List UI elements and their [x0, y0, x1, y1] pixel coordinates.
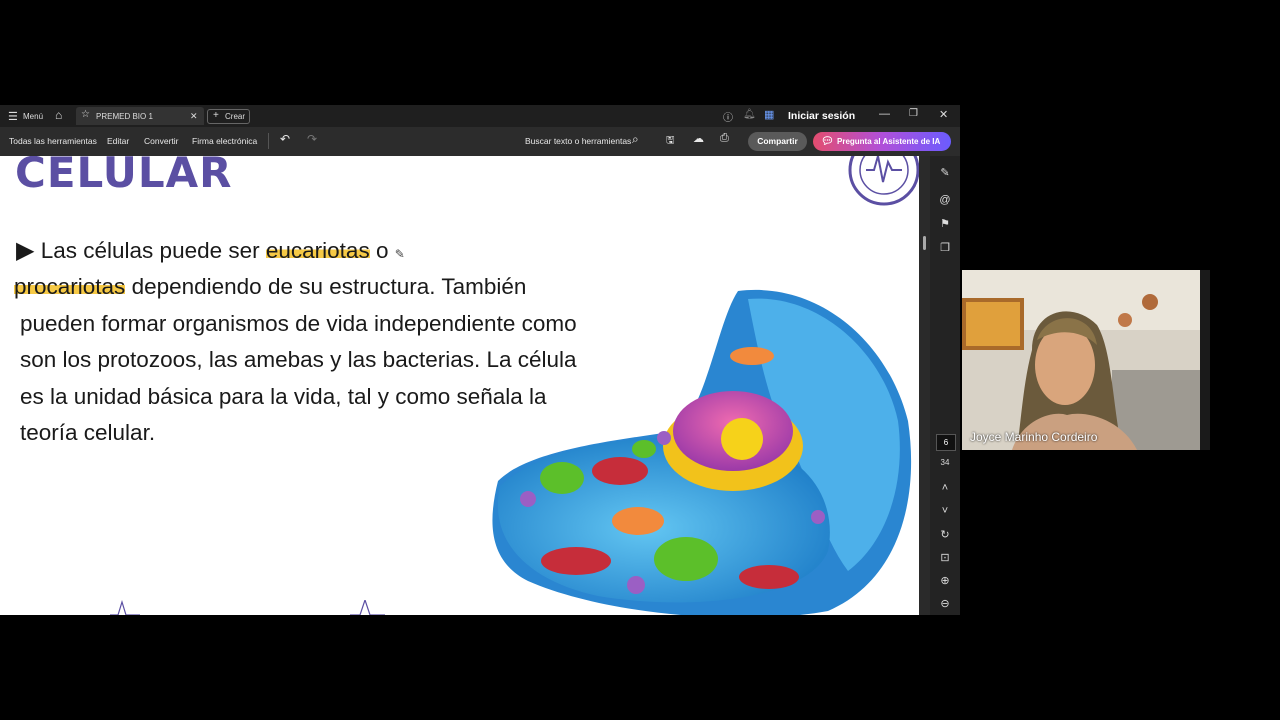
close-window-icon[interactable]: ✕: [939, 108, 948, 121]
institute-seal-logo: [848, 156, 919, 206]
redo-icon[interactable]: ↷: [307, 132, 317, 146]
close-tab-icon[interactable]: ✕: [190, 111, 198, 122]
home-icon[interactable]: ⌂: [55, 108, 62, 122]
pages-icon[interactable]: ❐: [938, 241, 952, 255]
apps-grid-icon[interactable]: ▦: [764, 108, 774, 121]
pen-cursor-icon: ✎: [394, 247, 405, 261]
refresh-icon[interactable]: ↻: [938, 528, 952, 542]
participant-name-label: Joyce Marinho Cordeiro: [970, 430, 1098, 444]
eukaryotic-cell-illustration: [492, 289, 912, 615]
scrollbar-thumb[interactable]: [923, 236, 926, 250]
paragraph-line-5: es la unidad básica para la vida, tal y …: [20, 384, 547, 409]
decorative-wave-marks: [110, 600, 385, 615]
total-pages: 34: [940, 458, 950, 467]
toolbar-esign[interactable]: Firma electrónica: [192, 136, 257, 146]
star-icon[interactable]: ☆: [81, 109, 90, 120]
bullet-triangle-icon: ▶: [16, 237, 35, 264]
webcam-video-tile[interactable]: Joyce Marinho Cordeiro: [962, 270, 1210, 450]
text-segment: o: [369, 238, 389, 263]
bookmark-icon[interactable]: ⚑: [938, 217, 952, 231]
ai-chat-icon: 💬︎: [821, 136, 834, 147]
webcam-video-feed: [962, 270, 1210, 450]
slide-title: CELULAR: [15, 156, 233, 197]
plus-icon: +: [213, 110, 219, 121]
ai-assistant-label: Pregunta al Asistente de IA: [837, 137, 941, 146]
page-fit-icon[interactable]: ⊡: [938, 551, 952, 565]
right-tool-rail: ✎ @ ⚑ ❐ 6 34 ˄ ˅ ↻ ⊡ ⊕ ⊖: [930, 156, 960, 615]
ai-assistant-button[interactable]: 💬︎ Pregunta al Asistente de IA: [813, 132, 951, 151]
undo-icon[interactable]: ↶: [280, 132, 290, 146]
zoom-out-icon[interactable]: ⊖: [938, 597, 952, 611]
zoom-in-icon[interactable]: ⊕: [938, 574, 952, 588]
share-button[interactable]: Compartir: [748, 132, 807, 151]
hamburger-icon[interactable]: ☰: [8, 110, 18, 123]
highlighted-word-eucariotas: eucariotas: [265, 238, 370, 263]
signin-button[interactable]: Iniciar sesión: [788, 110, 855, 122]
minimize-icon[interactable]: —: [879, 108, 890, 120]
comment-tool-icon[interactable]: ✎: [938, 166, 952, 180]
link-tool-icon[interactable]: @: [938, 193, 952, 207]
toolbar-divider: [268, 133, 269, 149]
create-label: Crear: [225, 112, 246, 121]
tab-label: PREMED BIO 1: [96, 112, 153, 121]
save-icon[interactable]: 🖫: [666, 133, 675, 150]
restore-icon[interactable]: ❐: [909, 108, 918, 119]
bell-icon[interactable]: 🔔︎: [743, 109, 756, 120]
toolbar: Todas las herramientas Editar Convertir …: [0, 127, 960, 156]
toolbar-edit[interactable]: Editar: [107, 136, 129, 146]
print-icon[interactable]: ⎙: [720, 132, 729, 145]
search-tools-input[interactable]: Buscar texto o herramientas: [525, 136, 631, 146]
help-icon[interactable]: ⓘ: [723, 109, 733, 124]
upload-cloud-icon[interactable]: ☁: [693, 132, 704, 145]
paragraph-line-2: procariotas dependiendo de su estructura…: [14, 274, 526, 300]
text-segment: Las células puede ser: [40, 238, 266, 263]
title-bar: ☰ Menú ⌂ ☆ PREMED BIO 1 ✕ + Crear ⓘ 🔔︎ ▦…: [0, 105, 960, 127]
paragraph-line-1: ▶ Las células puede ser eucariotas o ✎: [16, 236, 405, 265]
toolbar-convert[interactable]: Convertir: [144, 136, 178, 146]
pdf-viewer-window: ☰ Menú ⌂ ☆ PREMED BIO 1 ✕ + Crear ⓘ 🔔︎ ▦…: [0, 105, 960, 615]
tab-premed-bio[interactable]: ☆ PREMED BIO 1 ✕: [76, 107, 204, 125]
chevron-up-icon[interactable]: ˄: [938, 481, 952, 495]
chevron-down-icon[interactable]: ˅: [938, 504, 952, 518]
vertical-scrollbar[interactable]: [919, 156, 930, 615]
text-segment: dependiendo de su estructura. También: [125, 274, 527, 299]
toolbar-all-tools[interactable]: Todas las herramientas: [9, 136, 97, 146]
search-icon[interactable]: ⌕: [632, 132, 639, 147]
highlighted-word-procariotas: procariotas: [14, 274, 126, 299]
current-page-field[interactable]: 6: [936, 434, 956, 451]
document-page[interactable]: CELULAR ▶ Las células puede ser eucariot…: [0, 156, 919, 615]
paragraph-line-6: teoría celular.: [20, 420, 156, 445]
menu-button[interactable]: Menú: [23, 112, 43, 121]
create-button[interactable]: + Crear: [207, 109, 250, 124]
